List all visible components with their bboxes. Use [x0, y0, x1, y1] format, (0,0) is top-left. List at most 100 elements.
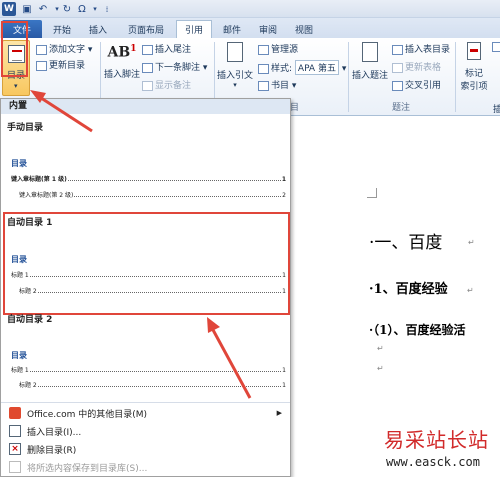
tab-page-layout[interactable]: 页面布局 [118, 20, 174, 38]
tab-insert[interactable]: 插入 [82, 20, 114, 38]
insert-caption-button[interactable]: 插入题注 [350, 42, 390, 81]
manage-sources-label: 管理源 [271, 45, 299, 55]
toc-button-highlight [1, 21, 28, 77]
save-icon[interactable]: ▣ [20, 2, 34, 16]
insert-endnote-button[interactable]: 插入尾注 [142, 42, 191, 55]
show-notes-button[interactable]: 显示备注 [142, 78, 191, 91]
manual-toc-heading: 目录 [11, 159, 27, 168]
tab-references[interactable]: 引用 [176, 20, 212, 38]
manual-toc-line-2: 键入章标题(第 2 级) 2 [19, 190, 286, 199]
auto2-toc-line-1: 标题 11 [11, 365, 286, 374]
toc-dropdown: 内置 手动目录 目录 键入章标题(第 1 级) 1 键入章标题(第 2 级) 2 自… [0, 98, 291, 477]
paragraph-mark: ↵ [468, 238, 475, 247]
undo-icon[interactable]: ↶ [36, 2, 50, 16]
style-value[interactable]: APA 第五 [294, 60, 339, 75]
word-logo-icon: W [2, 2, 16, 16]
manage-sources-icon [258, 44, 269, 55]
bibliography-icon [258, 80, 269, 91]
show-notes-icon [142, 80, 153, 91]
add-text-label: 添加文字 [49, 45, 86, 55]
gallery-title-auto-2: 自动目录 2 [7, 315, 53, 325]
insert-citation-label: 插入引文 [216, 71, 253, 81]
gallery-title-manual: 手动目录 [7, 123, 44, 133]
tab-mailings[interactable]: 邮件 [216, 20, 248, 38]
chevron-down-icon: ▾ [14, 82, 18, 90]
manage-sources-button[interactable]: 管理源 [258, 42, 298, 55]
cross-reference-icon [392, 80, 403, 91]
insert-table-of-figures-label: 插入表目录 [405, 45, 451, 55]
insert-citation-button[interactable]: 插入引文 ▾ [216, 42, 254, 89]
show-notes-label: 显示备注 [155, 81, 192, 91]
paragraph-mark: ↵ [467, 286, 474, 295]
next-footnote-label: 下一条脚注 [155, 63, 201, 73]
menu-item-label: 插入目录(I)... [27, 427, 82, 438]
cross-reference-label: 交叉引用 [405, 81, 442, 91]
auto-toc-1-highlight [3, 212, 290, 315]
ribbon-tabs: 文件 开始 插入 页面布局 引用 邮件 审阅 视图 [0, 18, 500, 38]
symbol-icon[interactable]: Ω [75, 2, 89, 16]
auto2-toc-heading: 目录 [11, 351, 27, 360]
next-footnote-icon [142, 62, 153, 73]
menu-item-office-more[interactable]: Office.com 中的其他目录(M) ▶ [1, 404, 290, 422]
style-icon [258, 63, 269, 74]
style-select[interactable]: 样式: APA 第五 ▾ [258, 60, 346, 75]
doc-heading-2: ·1、百度经验 [369, 282, 448, 297]
update-table-label: 更新表格 [405, 63, 442, 73]
update-table-button[interactable]: 更新表格 [392, 60, 441, 73]
paragraph-mark: ↵ [377, 364, 384, 373]
menu-item-label: 删除目录(R) [27, 445, 77, 456]
cross-reference-button[interactable]: 交叉引用 [392, 78, 441, 91]
insert-index-icon[interactable] [492, 42, 500, 53]
menu-item-insert-toc[interactable]: 插入目录(I)... [1, 422, 290, 440]
update-table-icon [392, 62, 403, 73]
table-of-figures-icon [392, 44, 403, 55]
tab-review[interactable]: 审阅 [252, 20, 284, 38]
watermark-text: 易采站长站 [384, 428, 489, 452]
page-corner-mark [367, 188, 377, 198]
auto2-toc-line-2: 标题 21 [19, 380, 286, 389]
watermark-url: www.easck.com [386, 455, 480, 469]
quick-access-toolbar: W ▣ ↶ ▾ ↻ Ω ▾ ⁞ [0, 0, 500, 18]
group-separator [455, 42, 456, 112]
endnote-icon [142, 44, 153, 55]
mark-entry-label: 标记 [464, 69, 483, 79]
insert-footnote-button[interactable]: AB1 插入脚注 [104, 44, 140, 80]
chevron-right-icon: ▶ [276, 409, 282, 417]
insert-footnote-label: 插入脚注 [104, 69, 141, 80]
caption-group-label: 题注 [392, 103, 411, 113]
mark-entry-icon [467, 42, 481, 60]
bibliography-button[interactable]: 书目 ▾ [258, 78, 296, 91]
next-footnote-button[interactable]: 下一条脚注 ▾ [142, 60, 207, 73]
update-toc-button[interactable]: 更新目录 [36, 58, 85, 71]
mark-entry-button[interactable]: 标记 索引项 [457, 42, 491, 92]
index-group-label: 插 [493, 105, 500, 115]
citation-icon [227, 42, 243, 62]
menu-item-delete-toc[interactable]: × 删除目录(R) [1, 440, 290, 458]
menu-divider [1, 402, 290, 403]
chevron-down-icon: ▾ [233, 81, 237, 89]
add-text-button[interactable]: 添加文字 ▾ [36, 42, 92, 55]
doc-heading-3: ·（1）、百度经验活 [369, 323, 466, 337]
paragraph-mark: ↵ [377, 344, 384, 353]
insert-table-of-figures-button[interactable]: 插入表目录 [392, 42, 450, 55]
citation-group-label: 目 [290, 103, 300, 113]
menu-item-label: 将所选内容保存到目录库(S)... [27, 463, 148, 474]
menu-item-label: Office.com 中的其他目录(M) [27, 409, 148, 420]
insert-caption-label: 插入题注 [351, 71, 388, 81]
caption-icon [362, 42, 378, 62]
tab-home[interactable]: 开始 [46, 20, 78, 38]
doc-heading-1: ·一、百度 [369, 233, 443, 253]
menu-item-save-selection[interactable]: 将所选内容保存到目录库(S)... [1, 458, 290, 476]
insert-toc-icon [9, 425, 21, 437]
manual-toc-line-1: 键入章标题(第 1 级) 1 [11, 174, 286, 183]
add-text-icon [36, 44, 47, 55]
office-icon [9, 407, 21, 419]
save-selection-icon [9, 461, 21, 473]
customize-qat-icon[interactable]: ⁞ [100, 2, 114, 16]
redo-icon[interactable]: ↻ [60, 2, 74, 16]
bibliography-label: 书目 [271, 81, 290, 91]
tab-view[interactable]: 视图 [288, 20, 320, 38]
footnote-icon: AB1 [107, 44, 137, 61]
mark-entry-label-2: 索引项 [460, 82, 488, 92]
update-toc-label: 更新目录 [49, 61, 86, 71]
